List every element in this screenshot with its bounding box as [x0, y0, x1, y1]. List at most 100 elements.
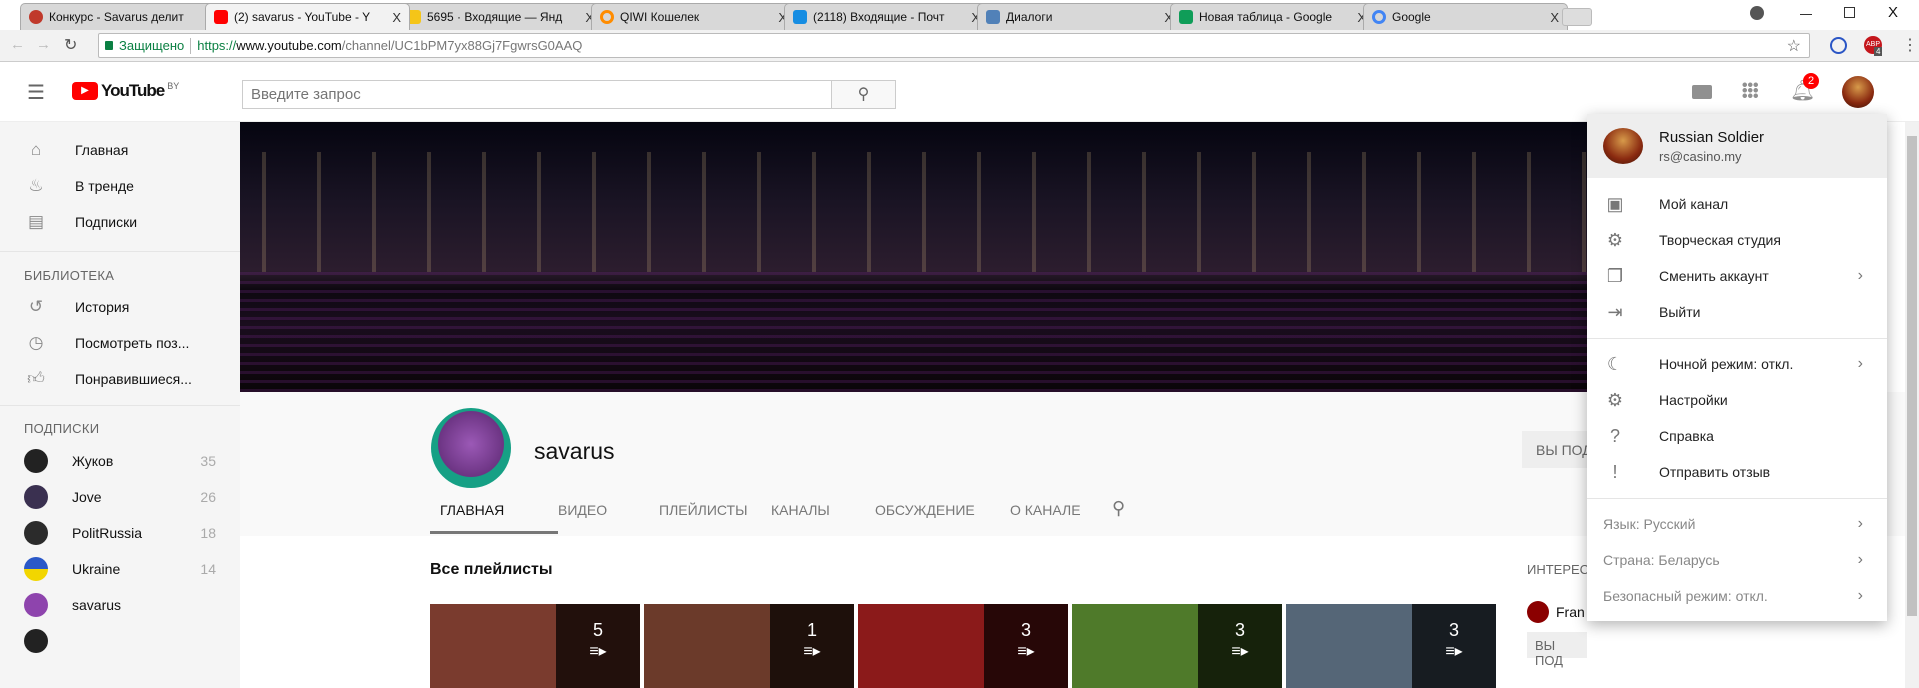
menu-item-my-channel[interactable]: ▣ Мой канал	[1587, 186, 1887, 222]
browser-tab[interactable]: (2118) Входящие - Почт X	[784, 3, 989, 30]
subscription-item[interactable]: Жуков 35	[0, 443, 240, 479]
menu-item-creator-studio[interactable]: ⚙ Творческая студия	[1587, 222, 1887, 258]
playlist-thumbnail[interactable]: 5 ≡▸	[430, 604, 640, 688]
browser-tab[interactable]: Новая таблица - Google X	[1170, 3, 1375, 30]
divider	[190, 37, 192, 54]
page-scrollbar[interactable]	[1905, 122, 1919, 688]
browser-tab[interactable]: 5695 · Входящие — Янд X	[398, 3, 603, 30]
playlist-count: 1	[806, 620, 817, 640]
reload-icon[interactable]: ↻	[64, 35, 77, 55]
close-tab-icon[interactable]: X	[1550, 10, 1559, 25]
browser-tab[interactable]: Конкурс - Savarus делитX	[20, 3, 225, 30]
apps-grid-icon[interactable]	[1742, 82, 1758, 98]
subscription-item[interactable]: Ukraine 14	[0, 551, 240, 587]
menu-item-restricted-mode[interactable]: Безопасный режим: откл. ›	[1587, 578, 1887, 614]
playlist-thumbnail[interactable]: 3 ≡▸	[858, 604, 1068, 688]
account-menu: Russian Soldier rs@casino.my ▣ Мой канал …	[1587, 114, 1887, 621]
bookmark-star-icon[interactable]: ☆	[1787, 36, 1801, 56]
playlist-thumbnail[interactable]: 3 ≡▸	[1286, 604, 1496, 688]
scrollbar-thumb[interactable]	[1907, 136, 1917, 616]
account-box-icon: ▣	[1606, 194, 1624, 214]
chrome-menu-icon[interactable]: ⋮	[1902, 35, 1918, 55]
sidebar-item-watch-later[interactable]: ◷ Посмотреть поз...	[0, 325, 240, 361]
browser-tab[interactable]: Google X	[1363, 3, 1568, 30]
related-channel-avatar	[1527, 601, 1549, 623]
divider	[1587, 338, 1887, 339]
menu-item-dark-mode[interactable]: ☾ Ночной режим: откл. ›	[1587, 346, 1887, 382]
upload-video-icon[interactable]	[1692, 85, 1712, 99]
vpn-extension-icon[interactable]	[1830, 37, 1847, 54]
tab-playlists[interactable]: ПЛЕЙЛИСТЫ	[659, 502, 748, 518]
minimize-button[interactable]	[1800, 14, 1812, 15]
tab-discussion[interactable]: ОБСУЖДЕНИЕ	[875, 502, 975, 518]
playlist-icon: ≡▸	[1231, 643, 1249, 660]
sidebar-item-subscriptions[interactable]: ▤ Подписки	[0, 204, 240, 240]
lock-icon	[105, 41, 113, 50]
subscription-item[interactable]	[0, 623, 240, 659]
related-channels-heading: ИНТЕРЕС	[1527, 562, 1590, 577]
browser-tab[interactable]: QIWI Кошелек X	[591, 3, 796, 30]
feedback-icon: !	[1612, 462, 1618, 482]
youtube-logo[interactable]: ▶ YouTube BY	[72, 81, 179, 101]
chevron-right-icon: ›	[1857, 515, 1863, 532]
playlist-count: 5	[592, 620, 603, 640]
browser-toolbar: ← → ↻ Защищено https://www.youtube.com/c…	[0, 30, 1919, 62]
history-icon: ↺	[28, 297, 44, 316]
google-favicon-icon	[1372, 10, 1386, 24]
secure-label: Защищено	[119, 38, 185, 53]
mailru-favicon-icon	[793, 10, 807, 24]
menu-item-feedback[interactable]: ! Отправить отзыв	[1587, 454, 1887, 490]
tab-channels[interactable]: КАНАЛЫ	[771, 502, 830, 518]
channel-avatar	[24, 629, 48, 653]
divider	[1587, 498, 1887, 499]
sidebar-item-home[interactable]: ⌂ Главная	[0, 132, 240, 168]
related-subscribe-button[interactable]: ВЫ ПОД	[1527, 632, 1587, 668]
search-button[interactable]: ⚲	[831, 80, 896, 109]
window-close-button[interactable]: X	[1888, 4, 1898, 21]
subscription-item[interactable]: Jove 26	[0, 479, 240, 515]
menu-item-country[interactable]: Страна: Беларусь ›	[1587, 542, 1887, 578]
related-channel-name[interactable]: Fran	[1556, 604, 1585, 620]
subscription-item[interactable]: savarus	[0, 587, 240, 623]
sidebar-item-history[interactable]: ↺ История	[0, 289, 240, 325]
browser-tab[interactable]: Диалоги X	[977, 3, 1182, 30]
maximize-button[interactable]	[1844, 7, 1855, 18]
sidebar-item-trending[interactable]: ♨ В тренде	[0, 168, 240, 204]
channel-search-icon[interactable]: ⚲	[1112, 498, 1125, 519]
forward-icon[interactable]: →	[36, 36, 51, 53]
hamburger-menu-icon[interactable]: ☰	[27, 80, 45, 105]
tab-videos[interactable]: ВИДЕО	[558, 502, 607, 518]
url[interactable]: https://www.youtube.com/channel/UC1bPM7y…	[197, 38, 582, 53]
playlist-icon: ≡▸	[803, 643, 821, 660]
sheets-favicon-icon	[1179, 10, 1193, 24]
search-input[interactable]	[242, 80, 832, 109]
menu-item-switch-account[interactable]: ❐ Сменить аккаунт ›	[1587, 258, 1887, 294]
close-tab-icon[interactable]: X	[392, 10, 401, 25]
tab-home[interactable]: ГЛАВНАЯ	[440, 502, 504, 518]
playlist-thumbnail[interactable]: 1 ≡▸	[644, 604, 854, 688]
sidebar-item-liked[interactable]: 👍︎ Понравившиеся...	[0, 361, 240, 397]
profile-icon[interactable]	[1750, 6, 1764, 20]
menu-item-help[interactable]: ? Справка	[1587, 418, 1887, 454]
playlist-thumbnail[interactable]: 3 ≡▸	[1072, 604, 1282, 688]
address-bar[interactable]: Защищено https://www.youtube.com/channel…	[98, 33, 1810, 58]
account-avatar[interactable]	[1842, 76, 1874, 108]
playlist-count: 3	[1020, 620, 1031, 640]
guide-sidebar: ⌂ Главная ♨ В тренде ▤ Подписки БИБЛИОТЕКА …	[0, 122, 240, 688]
adblock-badge: 4	[1874, 47, 1883, 56]
tab-about[interactable]: О КАНАЛЕ	[1010, 502, 1081, 518]
browser-tab-active[interactable]: (2) savarus - YouTube - YX	[205, 3, 410, 30]
subscriptions-heading: ПОДПИСКИ	[24, 421, 100, 436]
subscription-item[interactable]: PolitRussia 18	[0, 515, 240, 551]
account-name: Russian Soldier	[1659, 129, 1765, 146]
new-tab-button[interactable]	[1562, 8, 1592, 26]
menu-item-language[interactable]: Язык: Русский ›	[1587, 506, 1887, 542]
menu-item-settings[interactable]: ⚙ Настройки	[1587, 382, 1887, 418]
menu-item-sign-out[interactable]: ⇥ Выйти	[1587, 294, 1887, 330]
back-icon[interactable]: ←	[10, 36, 25, 53]
logout-icon: ⇥	[1607, 302, 1623, 322]
thumb-up-icon: 👍︎	[27, 369, 45, 388]
channel-avatar	[24, 521, 48, 545]
channel-banner	[240, 122, 1588, 392]
channel-avatar	[431, 408, 511, 488]
